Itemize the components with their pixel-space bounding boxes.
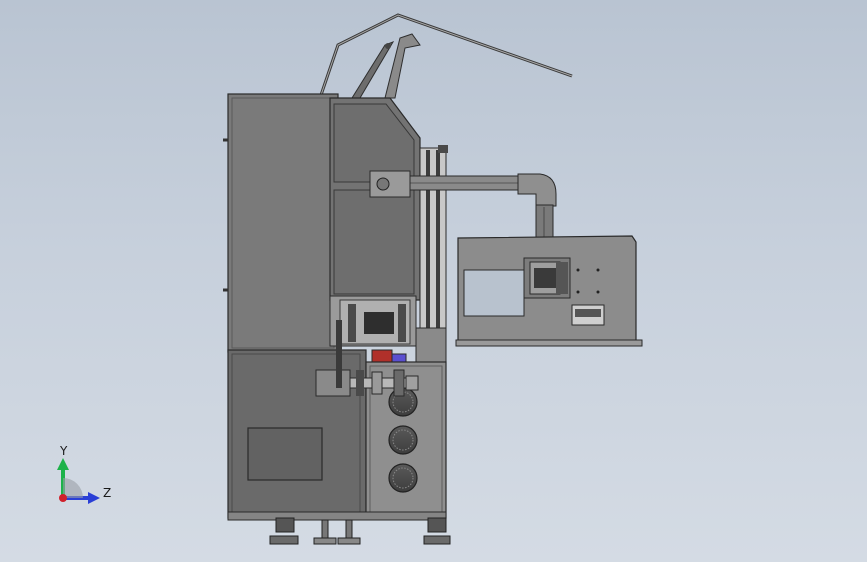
z-axis-label: Z [103,486,111,500]
axis-triad: Y Z [57,444,111,504]
leveling-feet [269,517,451,545]
triad-origin [59,494,67,502]
side-mounting-plate [455,235,643,347]
graphics-viewport[interactable]: Y Z [0,0,867,562]
y-axis-label: Y [59,444,68,458]
top-guard-frame [318,13,573,99]
top-linkage-arm [351,33,421,99]
vent-fans [388,387,418,493]
